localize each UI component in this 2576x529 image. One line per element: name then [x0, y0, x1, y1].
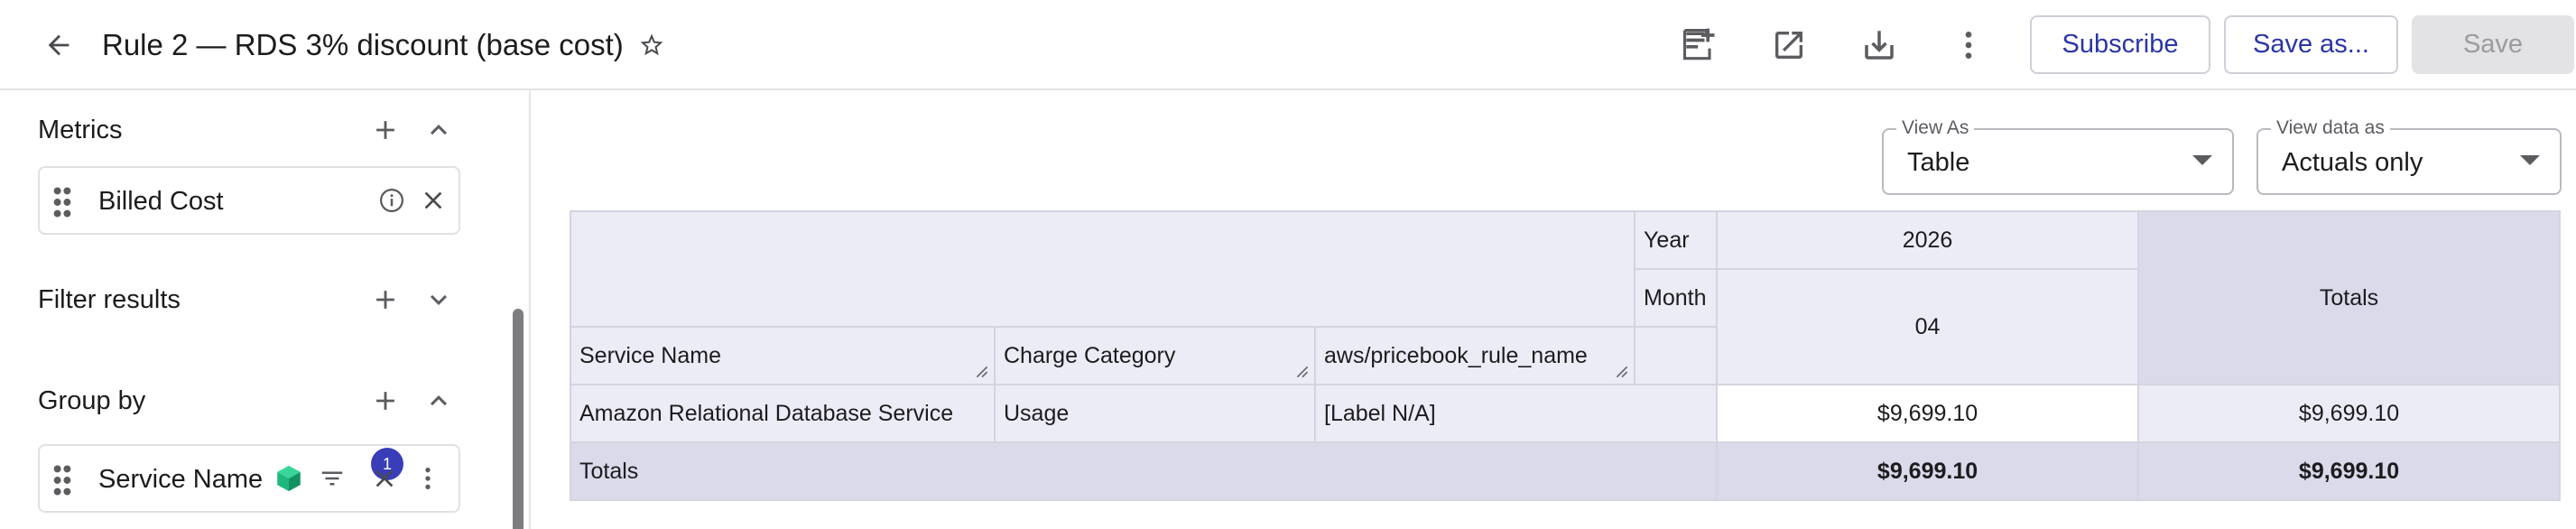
- dropdown-caret-icon: [2520, 155, 2540, 165]
- totals-column-header: Totals: [2137, 210, 2562, 385]
- star-outline-icon: [640, 33, 663, 56]
- view-as-select[interactable]: View As Table: [1882, 117, 2234, 195]
- cell-month-value: $9,699.10: [1716, 384, 2140, 443]
- more-options-button[interactable]: [1945, 22, 1992, 69]
- download-button[interactable]: [1856, 22, 1903, 69]
- view-as-value: Table: [1907, 148, 1970, 177]
- more-vert-icon: [425, 468, 431, 489]
- add-icon: [376, 121, 394, 139]
- expand-filters-button[interactable]: [419, 280, 459, 320]
- cell-row-total: $9,699.10: [2137, 384, 2562, 443]
- save-button[interactable]: Save: [2412, 15, 2574, 74]
- table-corner-cell: [569, 210, 1636, 328]
- page-header: Rule 2 — RDS 3% discount (base cost) Sub…: [0, 0, 2576, 90]
- view-data-as-label: View data as: [2271, 117, 2390, 139]
- group-by-more-button[interactable]: [410, 460, 446, 497]
- dimension-header-label: Service Name: [579, 342, 721, 368]
- close-icon: [375, 469, 394, 487]
- cell-charge-category: Usage: [994, 384, 1316, 443]
- dimension-header-label: Charge Category: [1004, 342, 1176, 368]
- column-resize-icon[interactable]: [976, 366, 988, 378]
- chevron-down-icon: [431, 294, 447, 305]
- more-vert-icon: [1965, 32, 1972, 59]
- collapse-metrics-button[interactable]: [419, 110, 459, 150]
- column-resize-icon[interactable]: [1616, 366, 1628, 378]
- info-icon: [380, 189, 403, 212]
- chevron-up-icon: [431, 125, 447, 135]
- table-row: Amazon Relational Database Service Usage…: [570, 384, 2562, 443]
- metric-label: Billed Cost: [98, 187, 224, 216]
- filter-list-icon: [321, 471, 343, 486]
- totals-row: Totals $9,699.10 $9,699.10: [569, 441, 2562, 501]
- column-resize-icon[interactable]: [1296, 366, 1309, 378]
- aws-service-cube-icon: [271, 460, 307, 497]
- totals-month-value: $9,699.10: [1716, 441, 2140, 501]
- add-to-dashboard-icon: [1682, 28, 1715, 60]
- arrow-back-icon: [48, 34, 69, 56]
- drag-handle-icon[interactable]: [52, 186, 72, 218]
- month-header-value: 04: [1716, 268, 2140, 385]
- dimension-header-label: aws/pricebook_rule_name: [1324, 342, 1588, 368]
- page-title: Rule 2 — RDS 3% discount (base cost): [102, 28, 624, 61]
- year-header-value: 2026: [1716, 210, 2140, 270]
- close-icon: [424, 191, 442, 209]
- group-by-chip[interactable]: Service Name 1: [38, 444, 460, 513]
- group-filter-button[interactable]: [314, 460, 350, 497]
- metric-info-button[interactable]: [374, 182, 410, 218]
- add-group-by-button[interactable]: [366, 381, 405, 421]
- view-data-as-select[interactable]: View data as Actuals only: [2256, 117, 2562, 195]
- save-as-button[interactable]: Save as...: [2224, 15, 2398, 74]
- dropdown-caret-icon: [2192, 155, 2212, 165]
- favorite-button[interactable]: [632, 27, 672, 63]
- open-in-new-button[interactable]: [1765, 22, 1812, 69]
- cell-rule-name: [Label N/A]: [1313, 384, 1719, 443]
- drag-handle-icon[interactable]: [52, 464, 72, 497]
- add-metric-button[interactable]: [366, 110, 405, 150]
- back-button[interactable]: [36, 25, 81, 65]
- query-sidebar: Metrics Billed Cost Filter results Group…: [0, 90, 531, 529]
- group-by-label: Service Name: [98, 465, 264, 494]
- view-data-as-value: Actuals only: [2282, 148, 2423, 177]
- sidebar-scrollbar[interactable]: [513, 309, 524, 529]
- grand-total-value: $9,699.10: [2137, 441, 2562, 501]
- remove-metric-button[interactable]: [415, 182, 451, 218]
- add-to-dashboard-button[interactable]: [1676, 22, 1723, 69]
- year-header-label: Year: [1634, 210, 1719, 270]
- metrics-section-title: Metrics: [38, 116, 123, 144]
- view-as-label: View As: [1896, 117, 1975, 139]
- subscribe-button[interactable]: Subscribe: [2030, 15, 2210, 74]
- open-in-new-icon: [1775, 32, 1802, 59]
- add-icon: [376, 392, 394, 410]
- dimension-header-service-name[interactable]: Service Name: [570, 326, 996, 385]
- month-header-label: Month: [1634, 268, 1719, 328]
- pivot-table: Year 2026 Totals Month 04 Service Name C…: [569, 210, 2562, 501]
- chevron-up-icon: [431, 395, 447, 406]
- download-icon: [1865, 31, 1894, 60]
- filter-results-section-title: Filter results: [38, 285, 181, 314]
- totals-row-label: Totals: [569, 441, 1719, 501]
- empty-header-cell: [1634, 326, 1719, 385]
- remove-group-by-button[interactable]: [366, 460, 403, 497]
- add-icon: [376, 291, 394, 309]
- dimension-header-rule-name[interactable]: aws/pricebook_rule_name: [1313, 326, 1636, 385]
- collapse-group-by-button[interactable]: [419, 381, 459, 421]
- cell-service-name: Amazon Relational Database Service: [570, 384, 996, 443]
- metric-chip[interactable]: Billed Cost: [38, 166, 460, 235]
- dimension-header-charge-category[interactable]: Charge Category: [994, 326, 1316, 385]
- add-filter-button[interactable]: [366, 280, 405, 320]
- group-by-section-title: Group by: [38, 386, 146, 415]
